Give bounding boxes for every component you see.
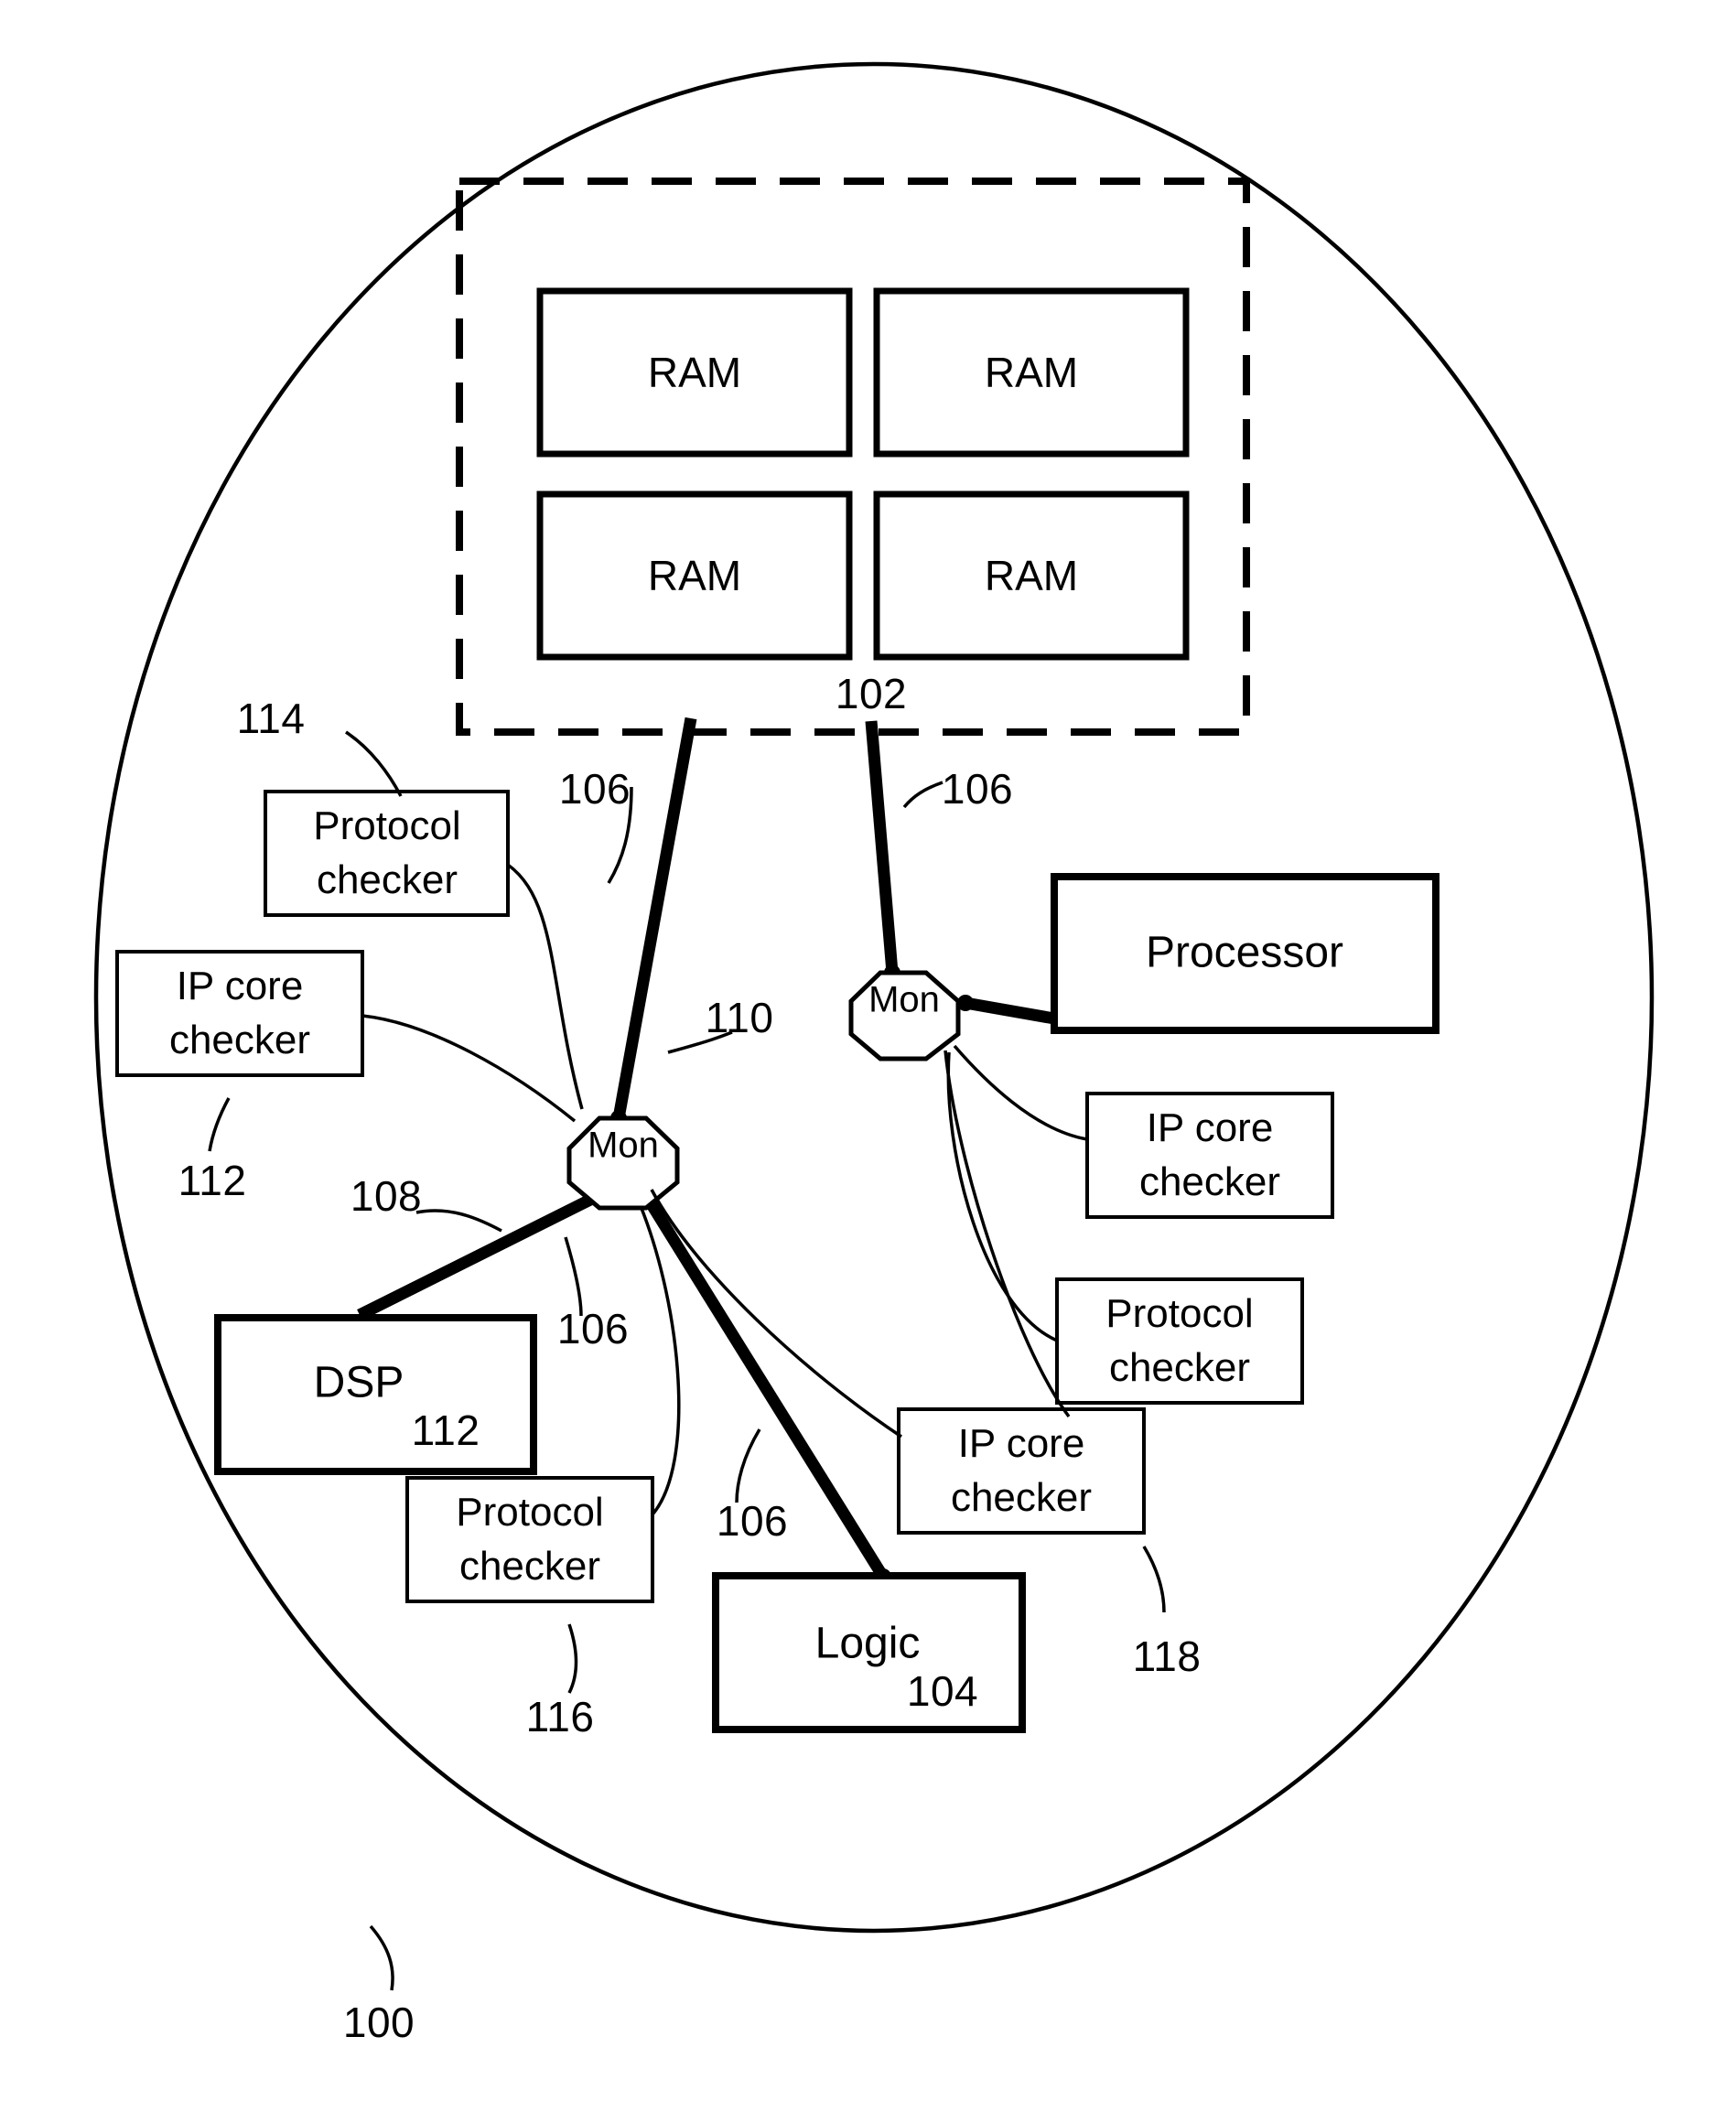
connector-protocol-lower-left-to-monitor-left bbox=[639, 1205, 681, 1516]
logic-block-label: Logic bbox=[814, 1619, 921, 1668]
numeral-116: 116 bbox=[525, 1692, 595, 1740]
numeral-108: 108 bbox=[350, 1171, 423, 1220]
bus-line-memory-to-monitor-right bbox=[865, 720, 899, 974]
monitor-left-label: Mon bbox=[588, 1125, 659, 1166]
numeral-118: 118 bbox=[1132, 1632, 1202, 1680]
dsp-block-label: DSP bbox=[313, 1358, 404, 1407]
ip-core-checker-right-line1: IP core bbox=[1146, 1105, 1274, 1151]
ip-core-checker-center-line1: IP core bbox=[957, 1421, 1085, 1467]
protocol-checker-upper-left-line1: Protocol bbox=[313, 803, 461, 849]
ip-core-checker-left-line1: IP core bbox=[176, 964, 304, 1009]
leader-line-116 bbox=[567, 1623, 578, 1694]
numeral-112-dsp: 112 bbox=[411, 1406, 480, 1454]
ram-block-3-label: RAM bbox=[647, 551, 742, 599]
leader-line-112-left bbox=[208, 1097, 231, 1152]
numeral-106-processor: 106 bbox=[941, 764, 1014, 813]
processor-block-label: Processor bbox=[1145, 928, 1344, 977]
ram-block-4-label: RAM bbox=[984, 551, 1079, 599]
connector-ip-core-right-to-monitor-right bbox=[953, 1044, 1088, 1141]
numeral-102: 102 bbox=[835, 669, 908, 717]
protocol-checker-right-line2: checker bbox=[1108, 1345, 1251, 1391]
ip-core-checker-left-line2: checker bbox=[168, 1018, 311, 1063]
monitor-right-label: Mon bbox=[868, 979, 940, 1020]
leader-line-114 bbox=[345, 730, 403, 797]
numeral-106-logic: 106 bbox=[716, 1496, 789, 1545]
protocol-checker-lower-left-line2: checker bbox=[458, 1544, 601, 1589]
connector-ip-core-left-to-monitor-left bbox=[361, 1014, 577, 1123]
leader-line-118 bbox=[1142, 1546, 1166, 1613]
ram-block-1-label: RAM bbox=[647, 348, 742, 396]
protocol-checker-upper-left-line2: checker bbox=[316, 857, 458, 903]
numeral-112-left: 112 bbox=[178, 1156, 247, 1204]
ip-core-checker-center-line2: checker bbox=[950, 1475, 1093, 1521]
protocol-checker-lower-left-line1: Protocol bbox=[456, 1490, 604, 1536]
bus-line-monitor-right-to-processor bbox=[964, 997, 1056, 1025]
connector-protocol-upper-left-to-monitor-left bbox=[506, 863, 584, 1110]
numeral-100: 100 bbox=[342, 1998, 415, 2046]
numeral-110: 110 bbox=[705, 993, 774, 1041]
protocol-checker-right-line1: Protocol bbox=[1105, 1291, 1254, 1337]
leader-line-106-processor bbox=[902, 781, 943, 809]
leader-line-106-logic bbox=[735, 1428, 761, 1503]
connector-ip-core-center-to-monitor-right bbox=[943, 1050, 1071, 1418]
numeral-104: 104 bbox=[906, 1666, 979, 1715]
leader-line-108 bbox=[415, 1209, 502, 1233]
ram-block-2-label: RAM bbox=[984, 348, 1079, 396]
numeral-106-memory: 106 bbox=[558, 764, 631, 813]
numeral-106-dsp: 106 bbox=[556, 1304, 630, 1352]
numeral-114: 114 bbox=[236, 694, 306, 742]
figure-canvas: RAM RAM RAM RAM 102 114 Protocol checker… bbox=[0, 0, 1736, 2112]
ip-core-checker-right-line2: checker bbox=[1138, 1159, 1281, 1205]
leader-line-100 bbox=[369, 1924, 394, 1991]
